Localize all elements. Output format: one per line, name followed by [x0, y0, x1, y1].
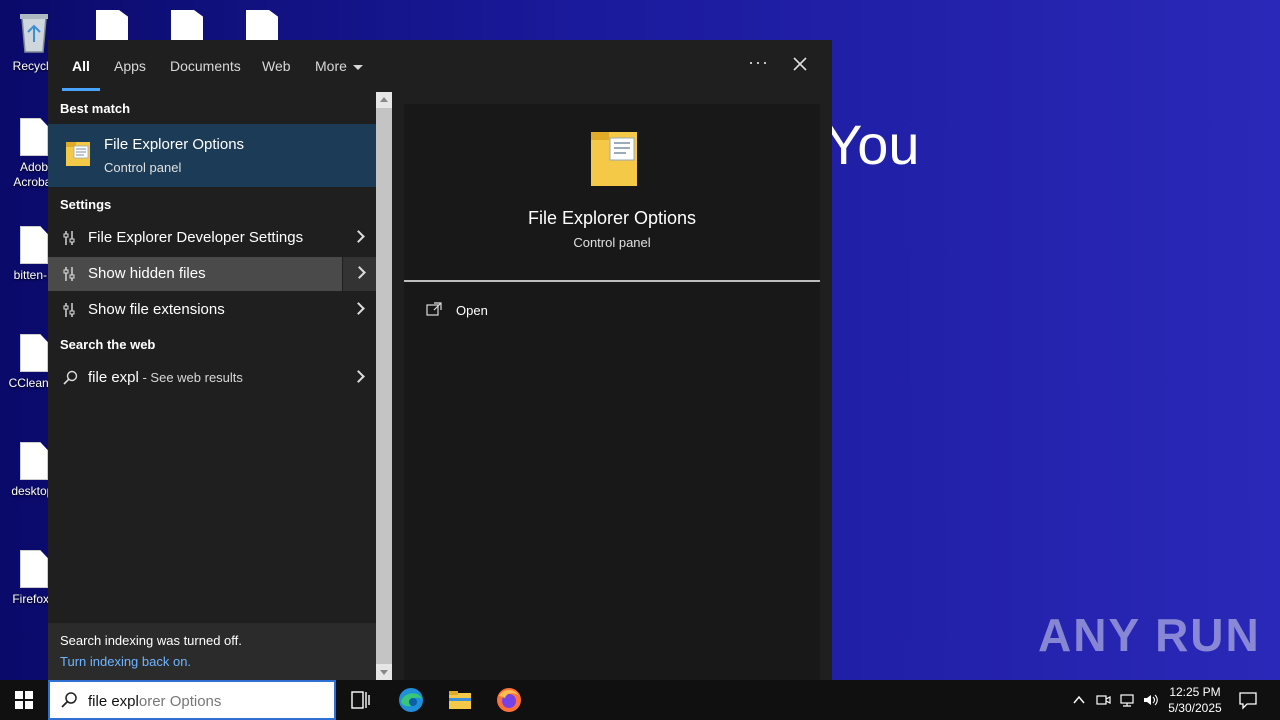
- tab-more[interactable]: More: [315, 58, 363, 74]
- scroll-down-button[interactable]: [376, 664, 392, 680]
- document-icon: [20, 442, 48, 480]
- settings-result-label: File Explorer Developer Settings: [88, 229, 304, 246]
- desktop-file-icon[interactable]: [171, 10, 203, 40]
- preview-subtitle: Control panel: [573, 235, 651, 250]
- meet-now-icon[interactable]: [1095, 692, 1111, 708]
- document-icon: [20, 334, 48, 372]
- search-icon: [61, 692, 77, 708]
- open-button[interactable]: Open: [426, 302, 626, 326]
- open-icon: [426, 302, 442, 316]
- settings-result-label: Show hidden files: [88, 265, 206, 282]
- notification-center-icon[interactable]: [1238, 690, 1258, 710]
- search-icon: [63, 370, 78, 385]
- chevron-up-icon[interactable]: [1071, 692, 1087, 708]
- settings-sliders-icon: [63, 267, 75, 281]
- edge-browser-icon[interactable]: [397, 686, 425, 714]
- file-explorer-icon[interactable]: [446, 686, 474, 714]
- results-list: Best match File Explorer Options Control…: [48, 92, 376, 680]
- settings-sliders-icon: [63, 231, 75, 245]
- settings-result-file-extensions[interactable]: Show file extensions: [48, 293, 376, 327]
- tab-documents[interactable]: Documents: [170, 58, 241, 74]
- clock-time: 12:25 PM: [1169, 685, 1221, 699]
- start-button[interactable]: [0, 680, 48, 720]
- wallpaper-text: You: [825, 113, 920, 176]
- arrow-down-icon: [380, 670, 388, 675]
- windows-logo-icon: [15, 691, 33, 709]
- folder-options-icon: [591, 132, 637, 186]
- scroll-up-button[interactable]: [376, 92, 392, 108]
- tab-all[interactable]: All: [72, 58, 90, 74]
- search-typed-text: file expl: [88, 693, 139, 710]
- preview-title: File Explorer Options: [527, 208, 697, 228]
- taskbar: file explorer Options 12:25 PM 5/30/2025: [0, 680, 1280, 720]
- close-icon[interactable]: [790, 54, 810, 74]
- chevron-right-icon: [352, 370, 365, 383]
- web-search-result[interactable]: file expl - See web results: [48, 361, 376, 395]
- caret-down-icon: [352, 64, 363, 70]
- arrow-up-icon: [380, 97, 388, 102]
- folder-options-icon: [66, 142, 90, 166]
- anyrun-watermark: ANY RUN: [1038, 609, 1261, 661]
- desktop-file-icon[interactable]: [246, 10, 278, 40]
- chevron-right-icon: [352, 302, 365, 315]
- more-options-icon[interactable]: ···: [748, 52, 769, 73]
- volume-icon[interactable]: [1142, 692, 1158, 708]
- search-autocomplete-text: orer Options: [138, 693, 222, 710]
- clock-date: 5/30/2025: [1168, 701, 1222, 715]
- tab-more-label: More: [315, 58, 347, 74]
- task-view-icon[interactable]: [346, 686, 374, 714]
- settings-result-developer[interactable]: File Explorer Developer Settings: [48, 221, 376, 255]
- expand-arrow[interactable]: [342, 221, 376, 255]
- tab-web[interactable]: Web: [262, 58, 291, 74]
- system-clock[interactable]: 12:25 PM 5/30/2025: [1158, 684, 1232, 716]
- indexing-notice: Search indexing was turned off. Turn ind…: [48, 623, 376, 680]
- settings-result-label: Show file extensions: [88, 301, 225, 318]
- expand-arrow[interactable]: [342, 361, 376, 395]
- search-tabs: All Apps Documents Web More ···: [48, 40, 832, 92]
- web-query: file expl: [88, 369, 139, 386]
- active-tab-indicator: [62, 88, 100, 91]
- document-icon: [20, 118, 48, 156]
- preview-pane: File Explorer Options Control panel Open: [404, 104, 820, 680]
- results-scrollbar[interactable]: [376, 92, 392, 680]
- settings-result-hidden-files[interactable]: Show hidden files: [48, 257, 376, 291]
- search-panel: All Apps Documents Web More ··· Best mat…: [48, 40, 832, 680]
- best-match-result[interactable]: File Explorer Options Control panel: [48, 124, 376, 187]
- firefox-icon[interactable]: [495, 686, 523, 714]
- settings-header: Settings: [60, 197, 112, 212]
- chevron-right-icon: [352, 230, 365, 243]
- best-match-header: Best match: [60, 101, 131, 116]
- expand-arrow[interactable]: [342, 293, 376, 327]
- preview-divider: [404, 280, 820, 282]
- desktop-file-icon[interactable]: [96, 10, 128, 40]
- expand-arrow[interactable]: [342, 257, 376, 291]
- best-match-subtitle: Control panel: [104, 160, 182, 175]
- network-icon[interactable]: [1119, 692, 1135, 708]
- settings-sliders-icon: [63, 303, 75, 317]
- best-match-title: File Explorer Options: [104, 136, 245, 153]
- document-icon: [20, 550, 48, 588]
- search-query-text: file explorer Options: [88, 693, 221, 710]
- turn-indexing-on-link[interactable]: Turn indexing back on.: [60, 654, 191, 669]
- text-file-icon: [20, 226, 48, 264]
- chevron-right-icon: [353, 266, 366, 279]
- web-result-text: file expl - See web results: [88, 369, 243, 386]
- indexing-notice-text: Search indexing was turned off.: [60, 633, 242, 648]
- tab-apps[interactable]: Apps: [114, 58, 146, 74]
- taskbar-search-input[interactable]: file explorer Options: [48, 680, 336, 720]
- web-search-header: Search the web: [60, 337, 156, 352]
- web-result-suffix: - See web results: [138, 370, 243, 385]
- open-label: Open: [456, 303, 488, 318]
